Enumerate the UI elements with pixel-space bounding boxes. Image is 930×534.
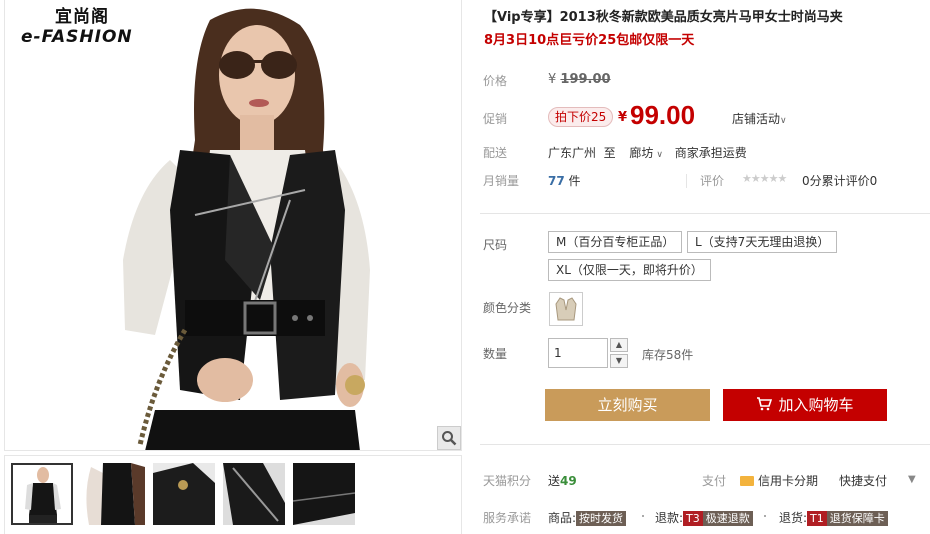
ship-destination: 廊坊 xyxy=(629,146,654,160)
divider xyxy=(480,213,930,214)
price-section: 价格 ¥ 199.00 促销 拍下价25 ¥ 99.00 店铺活动∨ 配送 广东… xyxy=(480,60,930,194)
zoom-button[interactable] xyxy=(437,426,461,450)
chevron-down-icon: ∨ xyxy=(780,116,787,126)
product-title: 【Vip专享】2013秋冬新款欧美品质女亮片马甲女士时尚马夹 xyxy=(484,10,843,25)
promo-label: 促销 xyxy=(483,112,508,126)
service-goods-prefix: 商品: xyxy=(548,511,577,525)
stats-row: 月销量 77 件 评价 ★★★★★ 0分累计评价0 xyxy=(480,172,930,192)
thumbnail-image xyxy=(293,463,355,525)
credit-card-label: 信用卡分期 xyxy=(758,474,819,488)
thumbnail-image xyxy=(153,463,215,525)
rating-summary-link[interactable]: 0分累计评价0 xyxy=(802,172,877,189)
points-prefix: 送 xyxy=(548,474,561,488)
size-option-m[interactable]: M（百分百专柜正品） xyxy=(548,231,683,253)
service-return[interactable]: 退货: T1 退货保障卡 xyxy=(779,509,888,526)
quantity-label: 数量 xyxy=(483,347,508,361)
quick-pay[interactable]: 快捷支付 xyxy=(839,472,887,489)
points-value: 49 xyxy=(560,474,577,488)
return-code-tag: T1 xyxy=(807,511,827,526)
color-option[interactable] xyxy=(549,292,583,326)
original-currency: ¥ xyxy=(548,72,557,87)
ship-destination-select[interactable]: 廊坊 ∨ xyxy=(629,146,663,160)
divider xyxy=(686,174,687,188)
thumbnail-4[interactable] xyxy=(223,463,285,525)
separator-dot xyxy=(764,515,766,517)
credit-card-installment[interactable]: 信用卡分期 xyxy=(740,472,818,489)
promo-price: 99.00 xyxy=(630,100,696,130)
quantity-decrease-button[interactable]: ▼ xyxy=(610,354,628,368)
logo-text-cn: 宜尚阁 xyxy=(55,7,109,27)
size-label: 尺码 xyxy=(483,238,508,252)
shipping-fee: 商家承担运费 xyxy=(674,146,747,160)
sales-label: 月销量 xyxy=(483,174,520,188)
logo-text-en: e-FASHION xyxy=(21,27,133,47)
thumbnail-1[interactable] xyxy=(11,463,73,525)
tmall-points: 送49 xyxy=(548,472,577,489)
product-subtitle: 8月3日10点巨亏价25包邮仅限一天 xyxy=(484,33,695,48)
service-return-tag: 退货保障卡 xyxy=(826,511,888,526)
points-label: 天猫积分 xyxy=(483,474,532,488)
sales-unit: 件 xyxy=(568,174,581,188)
vest-swatch-image xyxy=(555,297,577,321)
product-info-panel: 【Vip专享】2013秋冬新款欧美品质女亮片马甲女士时尚马夹 8月3日10点巨亏… xyxy=(480,0,930,534)
service-goods-tag: 按时发货 xyxy=(576,511,627,526)
thumbnail-image xyxy=(13,465,71,523)
service-refund[interactable]: 退款: T3 极速退款 xyxy=(655,509,753,526)
chevron-down-icon[interactable]: ▼ xyxy=(908,474,916,485)
credit-card-icon xyxy=(740,476,754,486)
quantity-input[interactable]: 1 xyxy=(548,338,608,368)
thumbnail-image xyxy=(83,463,145,525)
divider xyxy=(480,444,930,445)
stock-count: 库存58件 xyxy=(642,348,694,362)
chevron-down-icon: ▼ xyxy=(615,356,623,365)
service-refund-tag: 极速退款 xyxy=(702,511,753,526)
thumbnail-2[interactable] xyxy=(83,463,145,525)
service-goods[interactable]: 商品: 按时发货 xyxy=(548,509,627,526)
refund-code-tag: T3 xyxy=(683,511,703,526)
rating-label: 评价 xyxy=(700,174,725,188)
model-photo xyxy=(123,8,370,450)
chevron-up-icon: ▲ xyxy=(615,340,623,349)
rating-stars: ★★★★★ xyxy=(742,172,787,185)
buy-now-button[interactable]: 立刻购买 xyxy=(545,389,710,421)
promo-currency: ¥ xyxy=(618,110,628,125)
magnifier-icon xyxy=(442,431,457,446)
main-product-image[interactable]: 宜尚阁 e-FASHION xyxy=(4,0,462,451)
add-to-cart-button[interactable]: 加入购物车 xyxy=(723,389,887,421)
monthly-sales: 77 件 xyxy=(548,172,581,189)
add-to-cart-label: 加入购物车 xyxy=(778,396,854,414)
thumbnail-image xyxy=(223,463,285,525)
promo-badge: 拍下价25 xyxy=(548,107,614,127)
service-return-prefix: 退货: xyxy=(779,511,808,525)
quantity-increase-button[interactable]: ▲ xyxy=(610,338,628,352)
shop-activity-dropdown[interactable]: 店铺活动∨ xyxy=(732,110,787,127)
thumbnail-strip xyxy=(4,455,462,534)
cart-icon xyxy=(756,390,773,422)
product-gallery: 宜尚阁 e-FASHION xyxy=(0,0,464,534)
original-price-label: 价格 xyxy=(483,74,508,88)
size-option-xl[interactable]: XL（仅限一天，即将升价） xyxy=(548,259,711,281)
service-refund-prefix: 退款: xyxy=(655,511,684,525)
ship-to-word: 至 xyxy=(603,146,616,160)
original-price: ¥ 199.00 xyxy=(548,72,611,87)
shop-activity-label: 店铺活动 xyxy=(732,112,781,126)
brand-logo: 宜尚阁 e-FASHION xyxy=(21,6,133,46)
chevron-down-icon: ∨ xyxy=(656,150,663,160)
shipping-route: 广东广州 至 廊坊 ∨ 商家承担运费 xyxy=(548,144,747,161)
thumbnail-5[interactable] xyxy=(293,463,355,525)
size-option-l[interactable]: L（支持7天无理由退换） xyxy=(687,231,838,253)
separator-dot xyxy=(642,515,644,517)
sales-count: 77 xyxy=(548,174,565,188)
pay-label: 支付 xyxy=(702,474,727,488)
ship-origin: 广东广州 xyxy=(548,146,597,160)
color-label: 颜色分类 xyxy=(483,301,532,315)
original-price-value: 199.00 xyxy=(560,72,611,87)
shipping-label: 配送 xyxy=(483,146,508,160)
service-label: 服务承诺 xyxy=(483,511,532,525)
thumbnail-3[interactable] xyxy=(153,463,215,525)
